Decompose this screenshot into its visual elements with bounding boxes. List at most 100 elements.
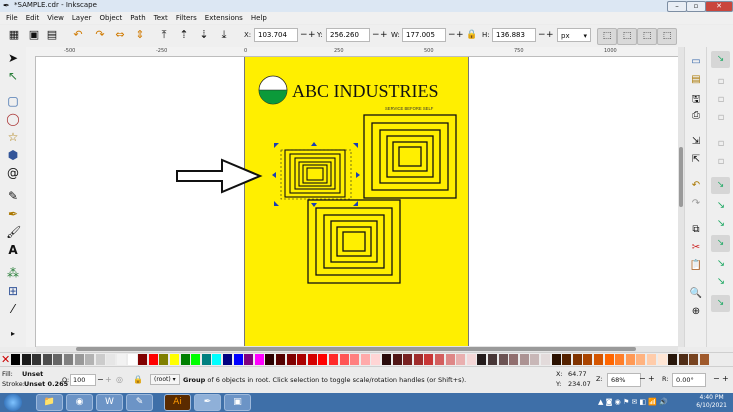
- select-all-layers-icon[interactable]: ▣: [28, 29, 40, 41]
- palette-swatch[interactable]: [170, 354, 179, 365]
- rotate-decrement[interactable]: −: [713, 374, 720, 383]
- layer-select[interactable]: (root) ▾: [150, 374, 180, 385]
- star-tool-icon[interactable]: ☆: [6, 130, 20, 144]
- w-decrement[interactable]: −: [448, 29, 456, 41]
- palette-swatch[interactable]: [95, 354, 105, 365]
- spray-tool-icon[interactable]: ⁂: [6, 266, 20, 280]
- palette-swatch[interactable]: [244, 354, 254, 365]
- fill-value[interactable]: Unset: [22, 370, 43, 378]
- snap-toggle-button[interactable]: ↘: [711, 51, 730, 68]
- palette-swatch[interactable]: [191, 354, 201, 365]
- snap-line-midpoints-icon[interactable]: ↘: [714, 257, 728, 271]
- palette-swatch[interactable]: [413, 354, 423, 365]
- paste-icon[interactable]: 📋: [689, 259, 703, 273]
- lower-to-bottom-icon[interactable]: ⤓: [218, 29, 230, 41]
- h-field[interactable]: [492, 28, 536, 42]
- palette-swatch[interactable]: [117, 354, 126, 365]
- palette-swatch[interactable]: [360, 354, 370, 365]
- maximize-button[interactable]: ▫: [686, 1, 706, 12]
- menu-path[interactable]: Path: [130, 14, 145, 22]
- palette-swatch[interactable]: [678, 354, 688, 365]
- snap-center-icon[interactable]: ▫: [714, 155, 728, 169]
- opacity-increment[interactable]: +: [105, 375, 112, 384]
- y-decrement[interactable]: −: [372, 29, 380, 41]
- lower-icon[interactable]: ⇣: [198, 29, 210, 41]
- zoom-selection-icon[interactable]: 🔍: [689, 287, 703, 301]
- vertical-scroll-thumb[interactable]: [679, 147, 683, 207]
- palette-swatch[interactable]: [350, 354, 360, 365]
- import-icon[interactable]: ⇲: [689, 135, 703, 149]
- snap-page-border-button[interactable]: ↘: [711, 295, 730, 312]
- palette-swatch[interactable]: [636, 354, 646, 365]
- cut-icon[interactable]: ✂: [689, 241, 703, 255]
- raise-icon[interactable]: ⇡: [178, 29, 190, 41]
- snap-bbox-icon[interactable]: ▫: [714, 75, 728, 89]
- scale-corners-button[interactable]: ⬚: [617, 28, 637, 45]
- pencil-tool-icon[interactable]: ✎: [6, 189, 20, 203]
- zoom-in-button[interactable]: +: [648, 374, 655, 383]
- palette-swatch[interactable]: [466, 354, 476, 365]
- palette-swatch[interactable]: [32, 354, 42, 365]
- rotate-increment[interactable]: +: [722, 374, 729, 383]
- company-name[interactable]: ABC INDUSTRIES: [292, 81, 439, 101]
- palette-swatch[interactable]: [159, 354, 169, 365]
- company-logo[interactable]: [258, 75, 288, 105]
- select-all-icon[interactable]: ▦: [8, 29, 20, 41]
- palette-swatch[interactable]: [223, 354, 232, 365]
- move-gradients-button[interactable]: ⬚: [637, 28, 657, 45]
- palette-swatch[interactable]: [201, 354, 211, 365]
- palette-swatch[interactable]: [700, 354, 709, 365]
- menu-filters[interactable]: Filters: [176, 14, 197, 22]
- rectangle-tool-icon[interactable]: ▢: [6, 94, 20, 108]
- flip-vertical-icon[interactable]: ⇕: [134, 29, 146, 41]
- company-tagline[interactable]: SERVICE BEFORE SELF: [385, 106, 434, 111]
- selector-tool-icon[interactable]: ➤: [6, 51, 20, 65]
- snap-smooth-nodes-button[interactable]: ↘: [711, 235, 730, 252]
- palette-swatch[interactable]: [148, 354, 158, 365]
- palette-swatch[interactable]: [583, 354, 593, 365]
- undo-icon[interactable]: ↶: [689, 179, 703, 193]
- palette-swatch[interactable]: [74, 354, 84, 365]
- lock-ratio-icon[interactable]: 🔒: [466, 29, 478, 41]
- palette-swatch[interactable]: [106, 354, 116, 365]
- palette-swatch[interactable]: [85, 354, 95, 365]
- zoom-field[interactable]: 68%: [607, 373, 641, 387]
- palette-swatch[interactable]: [615, 354, 625, 365]
- raise-to-top-icon[interactable]: ⤒: [158, 29, 170, 41]
- snap-nodes-button[interactable]: ↘: [711, 177, 730, 194]
- menu-file[interactable]: File: [6, 14, 18, 22]
- opacity-decrement[interactable]: −: [97, 375, 104, 384]
- snap-object-centers-icon[interactable]: ↘: [714, 275, 728, 289]
- w-field[interactable]: [402, 28, 446, 42]
- unit-select[interactable]: px ▾: [557, 28, 591, 42]
- inkscape-task-icon[interactable]: ✒: [194, 394, 221, 411]
- layer-lock-icon[interactable]: 🔒: [133, 375, 143, 384]
- dropper-tool-icon[interactable]: ⁄: [6, 302, 20, 316]
- palette-swatch[interactable]: [233, 354, 243, 365]
- export-icon[interactable]: ⇱: [689, 153, 703, 167]
- palette-swatch[interactable]: [371, 354, 381, 365]
- minimize-button[interactable]: –: [667, 1, 687, 12]
- rotation-field[interactable]: 0.00°: [672, 373, 706, 387]
- x-field[interactable]: [254, 28, 298, 42]
- illustrator-task-icon[interactable]: Ai: [164, 394, 191, 411]
- taskbar-clock[interactable]: 4:40 PM 6/10/2021: [696, 394, 727, 410]
- palette-swatch[interactable]: [254, 354, 264, 365]
- palette-swatch[interactable]: [138, 354, 148, 365]
- h-increment[interactable]: +: [546, 29, 554, 41]
- palette-swatch[interactable]: [435, 354, 444, 365]
- 3d-box-tool-icon[interactable]: ⬢: [6, 148, 20, 162]
- layer-visibility-icon[interactable]: ◎: [116, 375, 123, 384]
- snap-midpoint-icon[interactable]: ▫: [714, 137, 728, 151]
- palette-swatch[interactable]: [594, 354, 603, 365]
- deselect-icon[interactable]: ▤: [46, 29, 58, 41]
- flip-horizontal-icon[interactable]: ⇔: [114, 29, 126, 41]
- rectangle-group-selected[interactable]: [284, 149, 346, 198]
- no-paint-icon[interactable]: ✕: [1, 353, 10, 366]
- system-tray-icons[interactable]: ▲ ◙ ◉ ⚑ ✉ ◧ 📶 🔊: [598, 398, 668, 406]
- spiral-tool-icon[interactable]: @: [6, 166, 20, 180]
- x-decrement[interactable]: −: [300, 29, 308, 41]
- palette-swatch[interactable]: [42, 354, 52, 365]
- x-increment[interactable]: +: [308, 29, 316, 41]
- w-increment[interactable]: +: [456, 29, 464, 41]
